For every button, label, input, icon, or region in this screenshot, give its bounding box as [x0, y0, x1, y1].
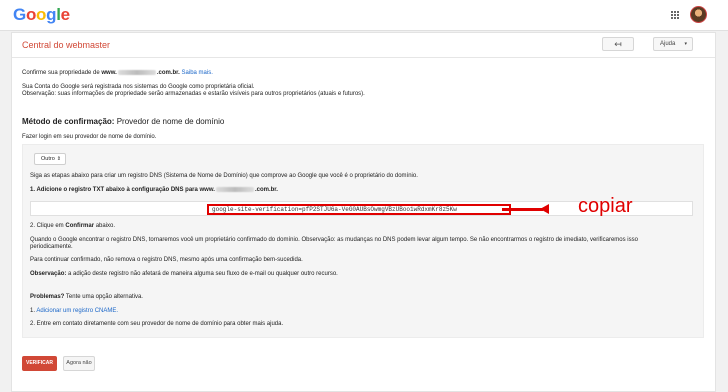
step-intro: Siga as etapas abaixo para criar um regi…: [30, 173, 418, 179]
learn-more-link[interactable]: Saiba mais.: [182, 70, 213, 76]
not-now-button[interactable]: Agora não: [63, 356, 95, 371]
intro-line-2: Sua Conta do Google será registrada nos …: [22, 84, 255, 90]
problems-text: Problemas? Tente uma opção alternativa.: [30, 294, 143, 300]
provider-select[interactable]: Outro ⇕: [34, 153, 66, 165]
note-dns-line-1: Quando o Google encontrar o registro DNS…: [30, 237, 638, 243]
help-button[interactable]: Ajuda ▾: [653, 37, 693, 51]
top-bar: Google: [0, 0, 728, 31]
back-button[interactable]: ↤: [602, 37, 634, 51]
logo-letter: g: [46, 5, 57, 24]
add-cname-link[interactable]: Adicionar um registro CNAME.: [36, 308, 118, 314]
intro-line-3: Observação: suas informações de propried…: [22, 91, 365, 97]
annotation-copy-label: copiar: [578, 195, 633, 217]
logo-letter: o: [36, 5, 47, 24]
select-arrows-icon: ⇕: [56, 156, 61, 162]
google-logo[interactable]: Google: [13, 5, 70, 25]
alternative-1: 1. Adicionar um registro CNAME.: [30, 308, 119, 314]
logo-letter: G: [13, 5, 26, 24]
redacted-domain: [117, 70, 156, 75]
annotation-arrow-shaft: [502, 208, 543, 211]
page-title: Central do webmaster: [22, 40, 111, 50]
confirm-ownership-text: Confirme sua propriedade de www. .com.br.…: [22, 70, 213, 77]
logo-letter: o: [25, 5, 37, 24]
observation-note: Observação: a adição deste registro não …: [30, 271, 338, 277]
step-1: 1. Adicione o registro TXT abaixo à conf…: [30, 187, 278, 194]
txt-record-value[interactable]: google-site-verification=pfP2STJU6a-VeG0…: [207, 204, 511, 215]
annotation-arrow-icon: [540, 204, 549, 214]
method-subtitle: Fazer login em seu provedor de nome de d…: [22, 134, 157, 140]
logo-letter: e: [60, 5, 70, 24]
header-divider: [12, 57, 715, 58]
redacted-domain: [215, 187, 254, 192]
method-heading: Método de confirmação: Provedor de nome …: [22, 117, 225, 126]
alternative-2: 2. Entre em contato diretamente com seu …: [30, 321, 284, 327]
main-card: Central do webmaster ↤ Ajuda ▾ Confirme …: [11, 32, 716, 392]
back-arrow-icon: ↤: [614, 39, 622, 49]
note-dns-line-2: periodicamente.: [30, 244, 73, 250]
avatar[interactable]: [690, 6, 707, 23]
apps-grid-icon[interactable]: [671, 11, 680, 20]
step-2: 2. Clique em Confirmar abaixo.: [30, 223, 116, 229]
note-keep-record: Para continuar confirmado, não remova o …: [30, 257, 303, 263]
chevron-down-icon: ▾: [684, 41, 687, 47]
instructions-panel: Outro ⇕ Siga as etapas abaixo para criar…: [22, 144, 704, 338]
help-label: Ajuda: [660, 41, 676, 47]
verify-button[interactable]: VERIFICAR: [22, 356, 57, 371]
